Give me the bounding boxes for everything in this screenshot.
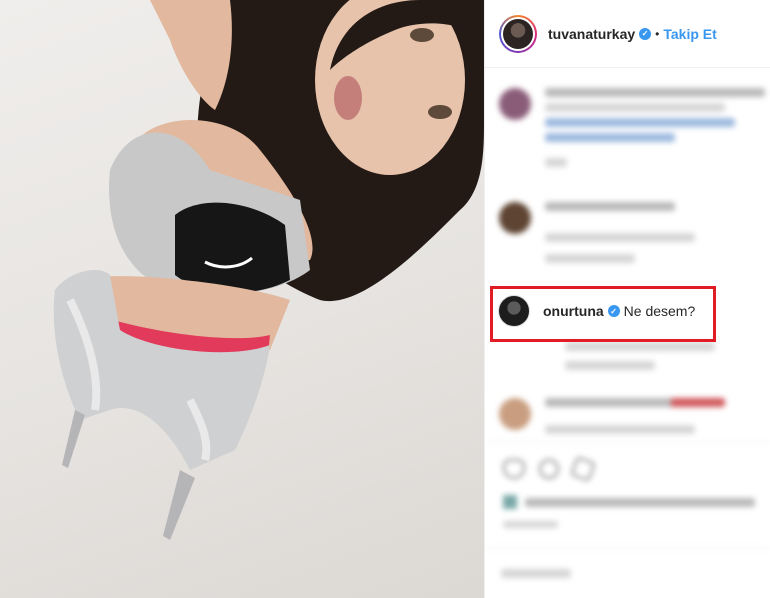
post-actions [485,442,770,548]
comment-icon[interactable] [539,459,559,479]
blurred-comment-meta [545,425,695,434]
commenter-avatar[interactable] [498,295,530,327]
post-header: tuvanaturkay ✓ • Takip Et [485,0,770,68]
blurred-comment-line [545,88,765,97]
blurred-comment-meta [545,233,695,242]
blurred-comment-line [545,118,735,127]
comment-text: Ne desem? [623,303,696,319]
blurred-comment-avatar [499,202,531,234]
header-separator: • [655,26,660,41]
add-comment-bar[interactable] [485,548,770,598]
heart-icon[interactable] [503,459,525,479]
post-date [503,521,558,528]
blurred-comment-body [545,202,695,263]
likes-line [525,498,755,507]
verified-badge-icon: ✓ [639,27,652,40]
blurred-comment-body [545,398,725,434]
blurred-comment-line [545,398,725,407]
author-avatar[interactable] [499,14,537,53]
author-avatar-image [503,18,533,49]
blurred-comment-meta [565,361,655,370]
blurred-comment-line [545,202,675,211]
liker-avatar [503,495,517,509]
highlighted-comment: onurtuna ✓ Ne desem? [498,295,695,327]
verified-badge-icon: ✓ [607,305,620,317]
blurred-comment-body [545,88,765,167]
blurred-comment [499,398,725,434]
blurred-comment-meta [565,342,715,351]
blurred-comment-meta [545,158,567,167]
commenter-username[interactable]: onurtuna [543,303,604,319]
blurred-comment-line [545,133,675,142]
blurred-comment-avatar [499,88,531,120]
author-avatar-frame [501,16,535,51]
blurred-comment-body [565,342,715,370]
add-comment-placeholder [501,569,571,578]
follow-button[interactable]: Takip Et [663,26,716,42]
post-photo [0,0,484,598]
blurred-comment-meta [545,254,635,263]
blurred-comment-line [545,103,725,112]
blurred-comment-meta-row [565,342,715,370]
blurred-comment [499,202,695,263]
blurred-comment [499,88,765,167]
post-photo-illustration [53,0,484,540]
blurred-comment-avatar [499,398,531,430]
share-icon[interactable] [570,456,596,482]
action-icons [503,456,596,482]
author-username[interactable]: tuvanaturkay [548,26,635,42]
